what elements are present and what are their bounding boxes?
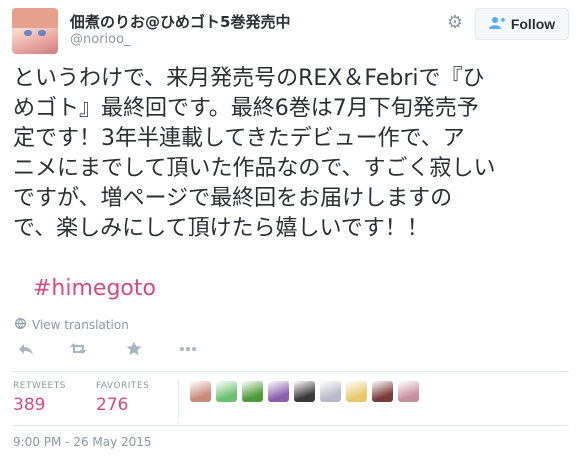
- stats-separator: [178, 380, 179, 418]
- favoriter-avatar[interactable]: [398, 381, 419, 402]
- favoriter-avatars: [190, 381, 419, 402]
- tweet-timestamp[interactable]: 9:00 PM - 26 May 2015: [13, 435, 152, 449]
- tweet-line: ニメにまでして頂いた作品なので、すごく寂しい: [13, 156, 496, 181]
- favoriter-avatar[interactable]: [190, 381, 211, 402]
- follow-button[interactable]: Follow: [475, 8, 569, 40]
- globe-icon: [15, 318, 26, 332]
- tweet-text: というわけで、来月発売号のREX＆Febriで『ひ めゴト』最終回です。最終6巻…: [13, 64, 569, 244]
- favoriter-avatar[interactable]: [294, 381, 315, 402]
- favorites-stat[interactable]: FAVORITES 276: [96, 381, 149, 415]
- retweets-stat[interactable]: RETWEETS 389: [13, 381, 66, 415]
- favoriter-avatar[interactable]: [320, 381, 341, 402]
- tweet-actions: [18, 340, 234, 360]
- tweet-line: 定です！3年半連載してきたデビュー作で、ア: [13, 126, 465, 151]
- favoriter-avatar[interactable]: [268, 381, 289, 402]
- view-translation-link[interactable]: View translation: [15, 318, 129, 332]
- avatar-eye-right: [38, 30, 46, 36]
- follow-label: Follow: [510, 16, 556, 32]
- favoriter-avatar[interactable]: [216, 381, 237, 402]
- follow-user-icon: [488, 16, 505, 33]
- favoriter-avatar[interactable]: [346, 381, 367, 402]
- user-handle[interactable]: @norioo_: [70, 32, 131, 47]
- avatar-eye-left: [24, 30, 32, 36]
- favorites-count: 276: [96, 395, 129, 415]
- more-icon[interactable]: [178, 341, 198, 360]
- user-avatar[interactable]: [12, 8, 58, 54]
- divider: [13, 371, 569, 372]
- display-name[interactable]: 佃煮のりお@ひめゴト5巻発売中: [70, 11, 290, 32]
- reply-icon[interactable]: [18, 341, 34, 360]
- favoriter-avatar[interactable]: [372, 381, 393, 402]
- avatar-hair: [12, 8, 58, 28]
- tweet-line: というわけで、来月発売号のREX＆Febriで『ひ: [13, 66, 485, 91]
- retweets-count: 389: [13, 395, 46, 415]
- hashtag-link[interactable]: #himegoto: [33, 276, 156, 301]
- favorites-label: FAVORITES: [96, 381, 150, 391]
- tweet-line: で、楽しみにして頂けたら嬉しいです！！: [13, 216, 429, 241]
- view-translation-label: View translation: [32, 318, 129, 332]
- favorite-icon[interactable]: [126, 341, 142, 360]
- favoriter-avatar[interactable]: [242, 381, 263, 402]
- retweet-icon[interactable]: [70, 341, 90, 360]
- tweet-line: ですが、増ページで最終回をお届けしますの: [13, 186, 453, 211]
- gear-icon[interactable]: ⚙: [446, 14, 464, 32]
- divider: [13, 425, 569, 426]
- tweet-line: めゴト』最終回です。最終6巻は7月下旬発売予: [13, 96, 479, 121]
- retweets-label: RETWEETS: [13, 381, 66, 391]
